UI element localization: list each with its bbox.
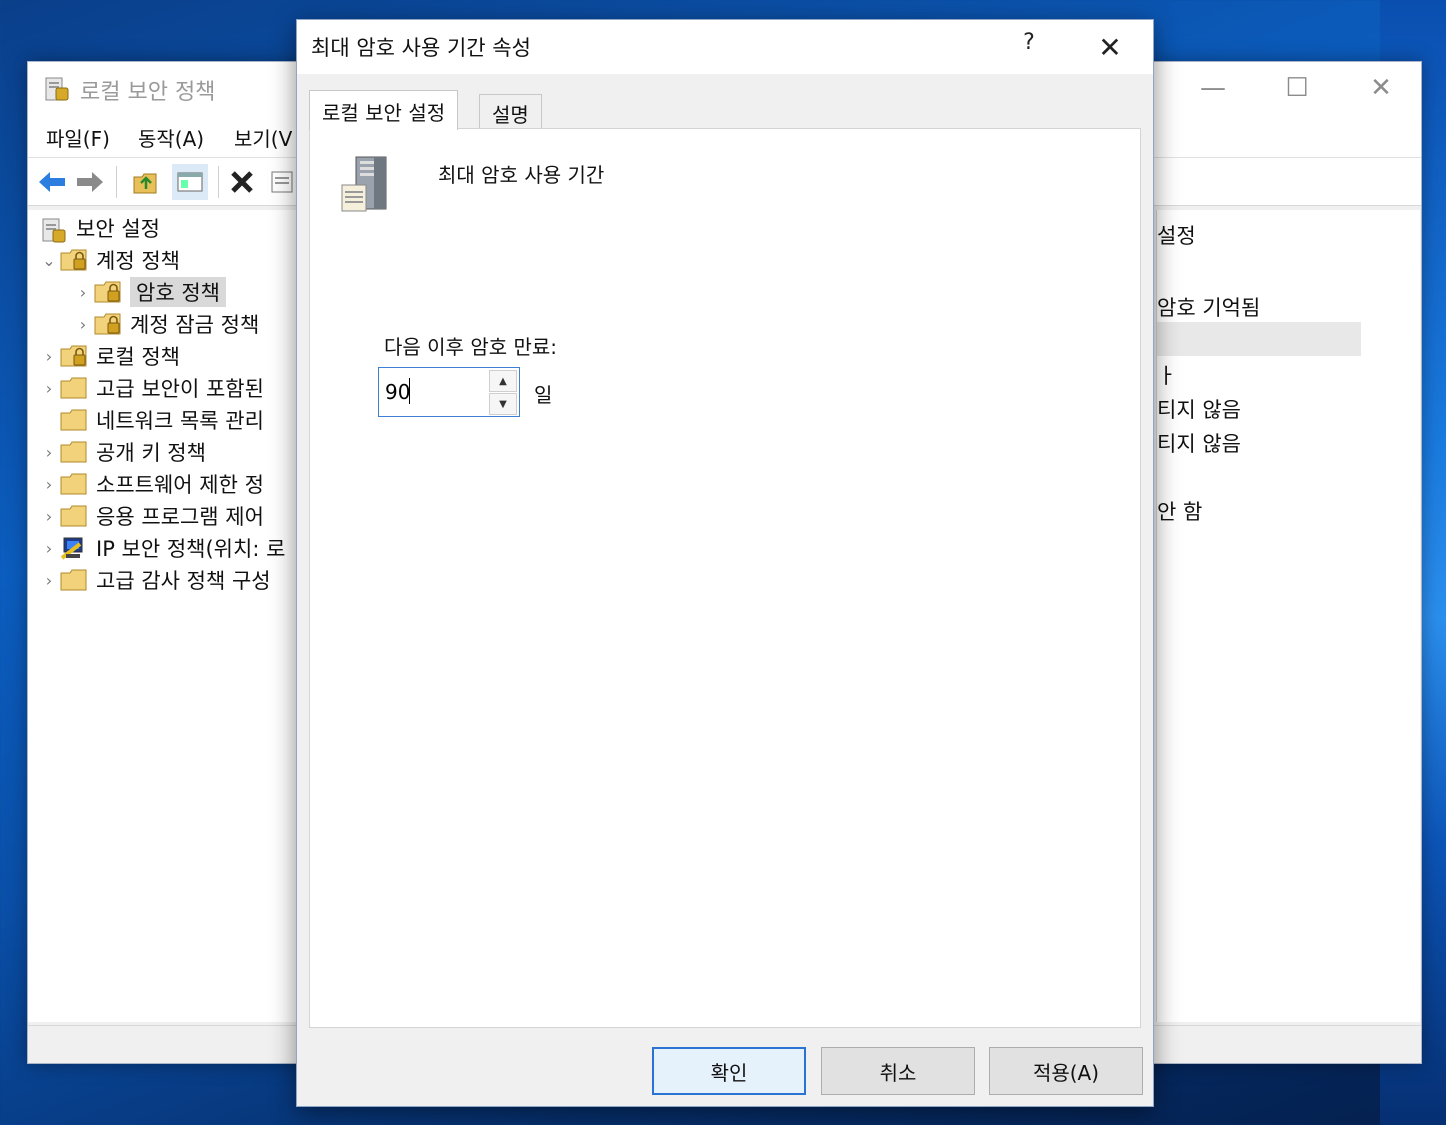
tab-panel: 최대 암호 사용 기간 다음 이후 암호 만료: ▲ ▼ 일: [309, 128, 1141, 1028]
tree-item[interactable]: › 소프트웨어 제한 정: [38, 468, 264, 500]
folder-icon: [60, 568, 88, 592]
toolbar-separator: [218, 166, 219, 198]
chevron-right-icon[interactable]: ›: [38, 379, 60, 398]
list-item[interactable]: 티지 않음: [1157, 394, 1241, 424]
mmc-title: 로컬 보안 정책: [80, 80, 216, 105]
close-button[interactable]: ✕: [1339, 62, 1423, 114]
tree-item-label: 계정 잠금 정책: [130, 313, 260, 337]
folder-icon: [60, 376, 88, 400]
properties-icon[interactable]: [264, 164, 300, 200]
policy-folder-lock-icon: [60, 344, 88, 368]
back-icon[interactable]: [34, 164, 70, 200]
tree-item[interactable]: › 고급 감사 정책 구성: [38, 564, 271, 596]
maximize-button[interactable]: ☐: [1255, 62, 1339, 114]
menu-view[interactable]: 보기(V: [234, 123, 292, 152]
apply-button[interactable]: 적용(A): [989, 1047, 1143, 1095]
chevron-right-icon[interactable]: ›: [38, 571, 60, 590]
policy-folder-lock-icon: [94, 312, 122, 336]
tree-item[interactable]: › 응용 프로그램 제어: [38, 500, 264, 532]
tree-item-label: IP 보안 정책(위치: 로: [96, 537, 286, 561]
days-unit-label: 일: [534, 383, 553, 407]
tree-item-label: 고급 감사 정책 구성: [96, 569, 271, 593]
selected-row-highlight: [1157, 322, 1361, 356]
text-caret: [409, 378, 410, 404]
tree-item-label: 소프트웨어 제한 정: [96, 473, 264, 497]
security-settings-icon: [40, 216, 68, 243]
tree-item[interactable]: › 로컬 정책: [38, 340, 180, 372]
ip-security-icon: [60, 536, 88, 560]
tree-item-label: 계정 정책: [96, 249, 180, 273]
tree-item[interactable]: 네트워크 목록 관리: [38, 404, 264, 436]
tree-item-label: 공개 키 정책: [96, 441, 206, 465]
cancel-button[interactable]: 취소: [821, 1047, 975, 1095]
list-item[interactable]: ㅏ: [1157, 360, 1176, 390]
show-hide-tree-icon[interactable]: [172, 164, 208, 200]
menu-action[interactable]: 동작(A): [138, 123, 204, 152]
chevron-right-icon[interactable]: ›: [38, 443, 60, 462]
column-header-setting[interactable]: 설정: [1157, 220, 1196, 250]
tab-explain[interactable]: 설명: [479, 94, 542, 128]
server-policy-icon: [341, 156, 387, 212]
max-password-age-properties-dialog: 최대 암호 사용 기간 속성 ? ✕ 로컬 보안 설정 설명 최대 암호 사용 …: [296, 19, 1154, 1107]
list-item[interactable]: 안 함: [1157, 496, 1202, 526]
minimize-button[interactable]: —: [1171, 62, 1255, 114]
chevron-right-icon[interactable]: ›: [72, 283, 94, 302]
forward-icon[interactable]: [72, 164, 108, 200]
chevron-right-icon[interactable]: ›: [38, 475, 60, 494]
up-folder-icon[interactable]: [128, 164, 164, 200]
chevron-right-icon[interactable]: ›: [38, 507, 60, 526]
spin-down-button[interactable]: ▼: [489, 393, 517, 415]
details-pane: 설정 암호 기억됨 ㅏ 티지 않음 티지 않음 안 함: [1156, 210, 1420, 1022]
tree-item[interactable]: › IP 보안 정책(위치: 로: [38, 532, 286, 564]
help-button[interactable]: ?: [1009, 30, 1049, 66]
menu-file[interactable]: 파일(F): [46, 123, 110, 152]
days-stepper[interactable]: ▲ ▼: [378, 367, 520, 417]
policy-folder-lock-icon: [60, 248, 88, 272]
dialog-title: 최대 암호 사용 기간 속성: [311, 36, 531, 60]
toolbar-separator: [116, 166, 117, 198]
expire-label: 다음 이후 암호 만료:: [384, 335, 558, 359]
tree-item-label: 보안 설정: [76, 217, 160, 241]
dialog-close-button[interactable]: ✕: [1087, 28, 1133, 68]
chevron-right-icon[interactable]: ›: [72, 315, 94, 334]
tree-item[interactable]: › 고급 보안이 포함된: [38, 372, 264, 404]
tree-item[interactable]: › 공개 키 정책: [38, 436, 206, 468]
policy-folder-lock-icon: [94, 280, 122, 304]
list-item[interactable]: 티지 않음: [1157, 428, 1241, 458]
tree-item[interactable]: › 계정 잠금 정책: [72, 308, 259, 340]
chevron-right-icon[interactable]: ›: [38, 347, 60, 366]
spin-up-button[interactable]: ▲: [489, 370, 517, 392]
days-input[interactable]: [385, 378, 481, 406]
policy-name: 최대 암호 사용 기간: [438, 163, 605, 187]
ok-button[interactable]: 확인: [652, 1047, 806, 1095]
tree-item-label: 고급 보안이 포함된: [96, 377, 264, 401]
folder-icon: [60, 408, 88, 432]
folder-icon: [60, 504, 88, 528]
folder-icon: [60, 472, 88, 496]
tree-item-label: 네트워크 목록 관리: [96, 409, 264, 433]
tree-item-label: 응용 프로그램 제어: [96, 505, 264, 529]
chevron-down-icon[interactable]: ⌄: [38, 251, 60, 270]
tree-item-label: 로컬 정책: [96, 345, 180, 369]
tab-local-security-setting[interactable]: 로컬 보안 설정: [309, 90, 459, 130]
dialog-titlebar: 최대 암호 사용 기간 속성 ? ✕: [297, 20, 1153, 74]
chevron-right-icon[interactable]: ›: [38, 539, 60, 558]
console-tree: 보안 설정 ⌄ 계정 정책 › 암호 정책 › 계정 잠금 정책 › 로컬 정책 › 고급 보안이 …: [28, 210, 298, 1022]
tree-item-label: 암호 정책: [130, 277, 226, 307]
delete-icon[interactable]: [224, 164, 260, 200]
folder-icon: [60, 440, 88, 464]
list-item[interactable]: 암호 기억됨: [1157, 292, 1260, 322]
tree-item[interactable]: 보안 설정: [38, 212, 160, 244]
security-policy-icon: [45, 77, 69, 101]
tree-item[interactable]: › 암호 정책: [72, 276, 226, 308]
tree-item[interactable]: ⌄ 계정 정책: [38, 244, 180, 276]
